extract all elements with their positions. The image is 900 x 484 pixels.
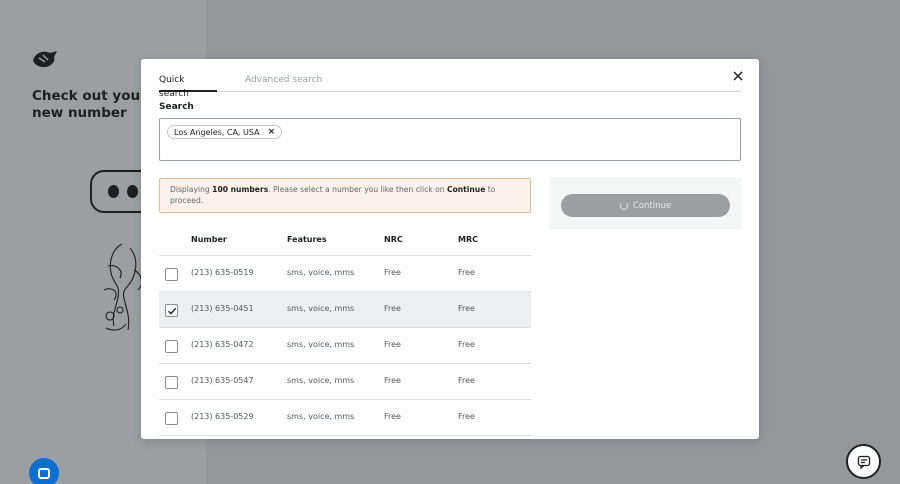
row-checkbox[interactable] (165, 268, 178, 281)
search-tabs: Quick search Advanced search (159, 73, 741, 99)
header-number: Number (191, 235, 227, 244)
dot-icon (108, 185, 119, 198)
cell-features: sms, voice, mms (287, 268, 355, 277)
notice-count: 100 numbers (212, 185, 269, 194)
row-checkbox[interactable] (165, 340, 178, 353)
search-label: Search (159, 102, 194, 112)
checkmark-icon (168, 307, 177, 315)
tab-advanced-search[interactable]: Advanced search (245, 73, 322, 92)
cell-number: (213) 635-0472 (191, 340, 254, 349)
location-chip: Los Angeles, CA, USA × (167, 125, 283, 139)
row-checkbox[interactable] (165, 304, 178, 317)
table-row[interactable]: (213) 635-0451 sms, voice, mms Free Free (159, 292, 531, 328)
row-checkbox[interactable] (165, 376, 178, 389)
table-row[interactable]: (213) 635-0547 sms, voice, mms Free Free (159, 364, 531, 400)
number-search-modal: Quick search Advanced search Search Los … (141, 59, 759, 439)
cell-nrc: Free (384, 412, 401, 421)
cell-features: sms, voice, mms (287, 412, 355, 421)
cell-features: sms, voice, mms (287, 376, 355, 385)
cell-features: sms, voice, mms (287, 340, 355, 349)
message-icon (857, 455, 870, 469)
continue-button[interactable]: Continue (561, 194, 730, 217)
header-mrc: MRC (458, 235, 478, 244)
remove-chip-icon[interactable]: × (268, 127, 276, 137)
cell-mrc: Free (458, 340, 475, 349)
chat-glyph-icon (38, 467, 50, 479)
action-panel: Continue (549, 177, 741, 229)
cell-nrc: Free (384, 376, 401, 385)
brand-logo-icon (33, 51, 57, 68)
notice-action: Continue (446, 185, 486, 194)
cell-mrc: Free (458, 268, 475, 277)
row-checkbox[interactable] (165, 412, 178, 425)
cell-features: sms, voice, mms (287, 304, 355, 313)
notice-middle: . Please select a number you like then c… (268, 185, 445, 194)
cell-mrc: Free (458, 376, 475, 385)
loading-spinner-icon (619, 201, 628, 210)
cell-number: (213) 635-0529 (191, 412, 254, 421)
chat-bubble-icon[interactable] (29, 458, 59, 484)
cell-mrc: Free (458, 304, 475, 313)
table-header: Number Features NRC MRC (159, 227, 531, 256)
header-nrc: NRC (384, 235, 403, 244)
table-row[interactable]: (213) 635-0472 sms, voice, mms Free Free (159, 328, 531, 364)
cell-number: (213) 635-0451 (191, 304, 254, 313)
results-notice: Displaying 100 numbers. Please select a … (159, 178, 531, 213)
cell-nrc: Free (384, 304, 401, 313)
header-features: Features (287, 235, 327, 244)
numbers-table: Number Features NRC MRC (213) 635-0519 s… (159, 227, 531, 436)
continue-label: Continue (632, 200, 672, 211)
search-input[interactable]: Los Angeles, CA, USA × (159, 118, 741, 161)
dot-icon (127, 185, 138, 198)
cell-mrc: Free (458, 412, 475, 421)
cell-number: (213) 635-0547 (191, 376, 254, 385)
table-row[interactable]: (213) 635-0519 sms, voice, mms Free Free (159, 256, 531, 292)
table-row[interactable]: (213) 635-0529 sms, voice, mms Free Free (159, 400, 531, 436)
cell-nrc: Free (384, 268, 401, 277)
cell-nrc: Free (384, 340, 401, 349)
notice-prefix: Displaying (170, 185, 210, 194)
message-help-button[interactable] (846, 444, 881, 479)
location-chip-label: Los Angeles, CA, USA (174, 127, 260, 137)
tab-quick-search[interactable]: Quick search (159, 73, 217, 99)
cell-number: (213) 635-0519 (191, 268, 254, 277)
